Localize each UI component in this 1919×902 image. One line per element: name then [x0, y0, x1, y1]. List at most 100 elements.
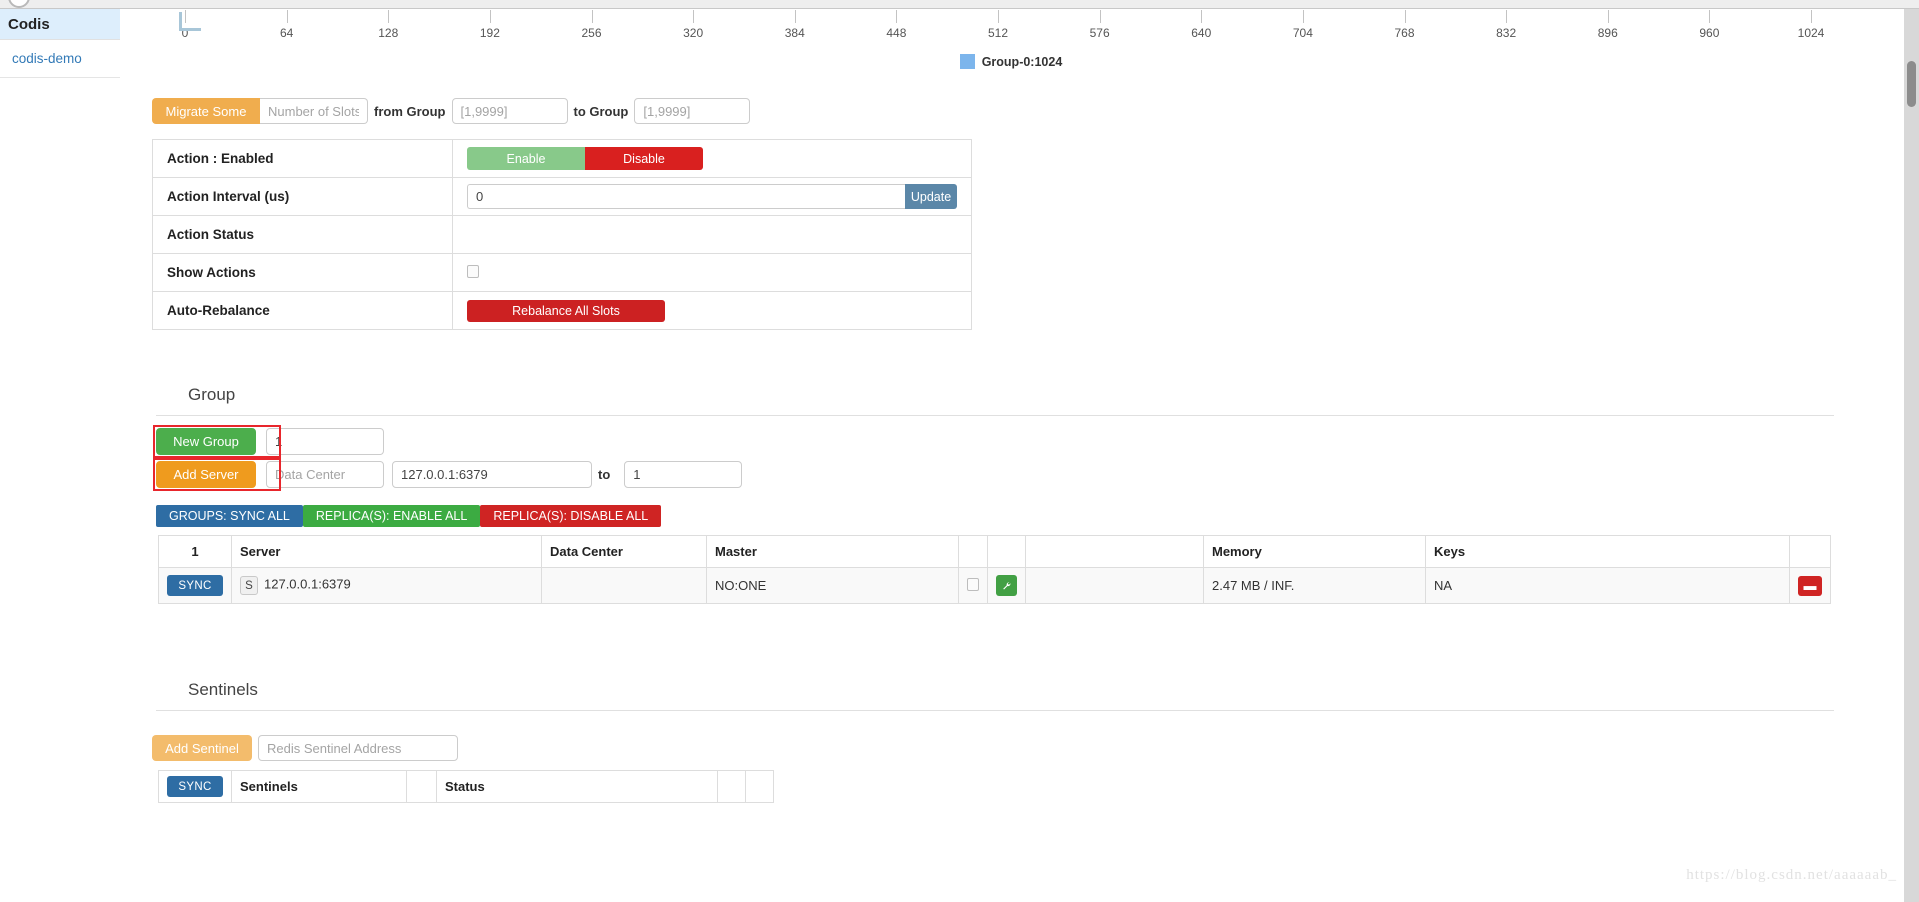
auto-rebalance-row: Auto-Rebalance Rebalance All Slots: [152, 291, 972, 330]
axis-tick-label: 448: [886, 26, 907, 40]
axis-tick: [1302, 10, 1304, 23]
axis-tick-label: 576: [1089, 26, 1110, 40]
new-group-button[interactable]: New Group: [156, 428, 256, 455]
update-button[interactable]: Update: [905, 184, 957, 209]
row-data-center-cell: [541, 567, 707, 604]
add-server-to-group-input[interactable]: [624, 461, 743, 488]
minus-icon[interactable]: ▬: [1798, 575, 1822, 596]
number-of-slots-input[interactable]: [260, 98, 368, 124]
row-replica-checkbox-cell: [958, 567, 988, 604]
legend-label-group-0: Group-0:1024: [981, 54, 1063, 69]
group-bulk-actions: GROUPS: SYNC ALL REPLICA(S): ENABLE ALL …: [156, 505, 662, 527]
sentinels-sync-button[interactable]: SYNC: [167, 776, 223, 797]
axis-tick-label: 64: [279, 26, 294, 40]
axis-tick-label: 128: [378, 26, 399, 40]
show-actions-controls: [452, 253, 972, 292]
sidebar-item-codis-demo[interactable]: codis-demo: [0, 40, 120, 78]
server-address-text: 127.0.0.1:6379: [264, 576, 351, 592]
axis-tick: [1607, 10, 1609, 23]
axis-tick: [1404, 10, 1406, 23]
axis-tick-label: 832: [1496, 26, 1517, 40]
show-actions-label: Show Actions: [152, 253, 453, 292]
codis-dashboard-page: Codis codis-demo 0 64 128 192 256 320 384 448 51…: [0, 0, 1919, 902]
axis-tick-label: 640: [1191, 26, 1212, 40]
row-remove-cell: ▬: [1789, 567, 1831, 604]
new-group-row: New Group: [156, 428, 384, 455]
to-group-input[interactable]: [634, 98, 751, 124]
replicas-enable-all-button[interactable]: REPLICA(S): ENABLE ALL: [302, 505, 481, 527]
sentinels-section-title: Sentinels: [188, 680, 258, 699]
wrench-icon[interactable]: [996, 575, 1017, 596]
col-replica-check: [958, 535, 988, 568]
col-status: Status: [436, 770, 718, 803]
action-enabled-label: Action : Enabled: [152, 139, 453, 178]
sentinel-address-input[interactable]: [258, 735, 458, 761]
from-group-label: from Group: [374, 103, 446, 119]
row-master-cell: NO:ONE: [706, 567, 959, 604]
col-sentinels: Sentinels: [231, 770, 407, 803]
server-replica-checkbox[interactable]: [967, 577, 979, 591]
to-group-label: to Group: [573, 103, 629, 119]
replicas-disable-all-button[interactable]: REPLICA(S): DISABLE ALL: [480, 505, 662, 527]
axis-tick: [896, 10, 898, 23]
disable-button[interactable]: Disable: [585, 147, 703, 170]
action-interval-input[interactable]: [467, 184, 905, 209]
show-actions-checkbox[interactable]: [467, 264, 479, 278]
row-sync-cell: SYNC: [158, 567, 232, 604]
add-server-to-label: to: [598, 467, 611, 482]
sidebar-header: Codis: [0, 9, 120, 40]
auto-rebalance-label: Auto-Rebalance: [152, 291, 453, 330]
data-center-input[interactable]: [266, 461, 384, 488]
migrate-some-button[interactable]: Migrate Some: [152, 98, 260, 124]
groups-sync-all-button[interactable]: GROUPS: SYNC ALL: [156, 505, 303, 527]
action-status-label: Action Status: [152, 215, 453, 254]
row-promote-cell: [987, 567, 1026, 604]
axis-tick: [1099, 10, 1101, 23]
col-remove: [1789, 535, 1831, 568]
server-sync-button[interactable]: SYNC: [167, 575, 223, 596]
add-server-button[interactable]: Add Server: [156, 461, 256, 488]
new-group-id-input[interactable]: [266, 428, 384, 455]
add-sentinel-row: Add Sentinel: [152, 735, 458, 761]
from-group-input[interactable]: [451, 98, 568, 124]
group-section-title: Group: [188, 385, 236, 404]
row-server-cell: S 127.0.0.1:6379: [231, 567, 542, 604]
vertical-scrollbar[interactable]: [1904, 9, 1919, 902]
enable-button[interactable]: Enable: [467, 147, 585, 170]
legend-swatch-group-0: [959, 54, 975, 69]
sidebar-item-label: codis-demo: [12, 51, 82, 66]
action-settings-table: Action : Enabled Enable Disable Action In…: [152, 139, 972, 330]
watermark: https://blog.csdn.net/aaaaaab_: [1686, 867, 1897, 883]
axis-tick: [1506, 10, 1508, 23]
sentinels-section-divider: [156, 710, 1834, 711]
slot-range-marker: [179, 12, 201, 31]
sentinels-table: SYNC Sentinels Status: [158, 770, 774, 803]
axis-tick: [388, 10, 390, 23]
add-sentinel-button[interactable]: Add Sentinel: [152, 735, 252, 761]
axis-tick-label: 384: [784, 26, 805, 40]
axis-tick: [693, 10, 695, 23]
show-actions-row: Show Actions: [152, 253, 972, 292]
axis-tick-label: 256: [581, 26, 602, 40]
axis-tick-label: 512: [987, 26, 1009, 40]
axis-tick: [794, 10, 796, 23]
vertical-scrollbar-thumb[interactable]: [1907, 61, 1916, 107]
action-status-row: Action Status: [152, 215, 972, 254]
col-sentinel-blank1: [406, 770, 437, 803]
axis-tick-label: 1024: [1797, 26, 1825, 40]
col-memory: Memory: [1203, 535, 1426, 568]
axis-tick-label: 960: [1699, 26, 1720, 40]
server-address-input[interactable]: [392, 461, 592, 488]
col-keys: Keys: [1425, 535, 1790, 568]
group-section-divider: [156, 415, 1834, 416]
group-server-table: 1 Server Data Center Master Memory Keys …: [158, 535, 1831, 604]
row-keys-cell: NA: [1425, 567, 1790, 604]
auto-rebalance-controls: Rebalance All Slots: [452, 291, 972, 330]
axis-tick: [489, 10, 491, 23]
col-sentinel-blank2: [717, 770, 746, 803]
axis-tick: [591, 10, 593, 23]
axis-tick-label: 768: [1394, 26, 1415, 40]
rebalance-all-slots-button[interactable]: Rebalance All Slots: [467, 299, 665, 322]
axis-tick: [1811, 10, 1812, 23]
chart-legend: Group-0:1024: [121, 54, 1901, 69]
